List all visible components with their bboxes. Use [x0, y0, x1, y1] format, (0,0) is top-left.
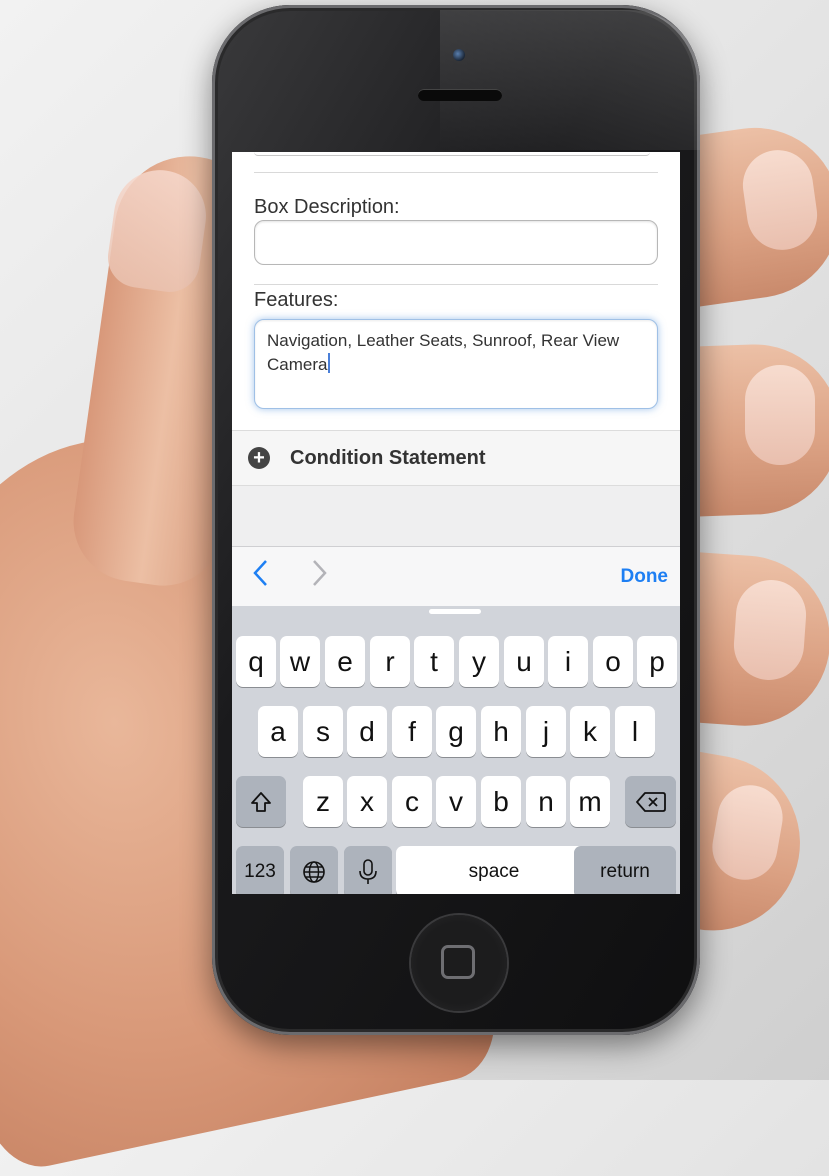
key-z[interactable]: z	[303, 776, 343, 827]
shift-key[interactable]	[236, 776, 286, 827]
globe-key[interactable]	[290, 846, 338, 894]
key-p[interactable]: p	[637, 636, 677, 687]
key-v[interactable]: v	[436, 776, 476, 827]
dictation-key[interactable]	[344, 846, 392, 894]
condition-statement-row[interactable]: + Condition Statement	[232, 430, 680, 486]
divider	[254, 172, 658, 173]
text-caret	[328, 353, 331, 373]
features-text: Navigation, Leather Seats, Sunroof, Rear…	[267, 331, 620, 374]
page-background	[232, 486, 680, 546]
done-button[interactable]: Done	[621, 566, 669, 588]
key-m[interactable]: m	[570, 776, 610, 827]
key-e[interactable]: e	[325, 636, 365, 687]
key-q[interactable]: q	[236, 636, 276, 687]
keyboard-accessory-bar: Done	[232, 546, 680, 606]
key-h[interactable]: h	[481, 706, 521, 757]
key-a[interactable]: a	[258, 706, 298, 757]
features-label: Features:	[254, 289, 339, 311]
return-key[interactable]: return	[574, 846, 676, 894]
microphone-icon	[359, 858, 377, 884]
key-f[interactable]: f	[392, 706, 432, 757]
key-j[interactable]: j	[526, 706, 566, 757]
keyboard: q w e r t y u i o p a s d f g h j k l z …	[232, 606, 680, 894]
key-t[interactable]: t	[414, 636, 454, 687]
numbers-key[interactable]: 123	[236, 846, 284, 894]
key-u[interactable]: u	[504, 636, 544, 687]
plus-circle-icon: +	[248, 447, 270, 469]
key-r[interactable]: r	[370, 636, 410, 687]
box-description-label: Box Description:	[254, 196, 400, 218]
fingernail	[745, 365, 815, 465]
key-w[interactable]: w	[280, 636, 320, 687]
globe-icon	[303, 860, 325, 883]
key-d[interactable]: d	[347, 706, 387, 757]
key-l[interactable]: l	[615, 706, 655, 757]
phone-screen: Box Description: Features: Navigation, L…	[232, 152, 680, 894]
key-b[interactable]: b	[481, 776, 521, 827]
key-o[interactable]: o	[593, 636, 633, 687]
key-i[interactable]: i	[548, 636, 588, 687]
key-y[interactable]: y	[459, 636, 499, 687]
keyboard-grabber	[429, 609, 481, 614]
divider	[254, 284, 658, 285]
key-x[interactable]: x	[347, 776, 387, 827]
backspace-key[interactable]	[625, 776, 676, 827]
home-button-icon	[441, 945, 475, 979]
earpiece	[418, 89, 502, 101]
features-textarea[interactable]: Navigation, Leather Seats, Sunroof, Rear…	[254, 319, 658, 409]
chevron-right-icon[interactable]	[312, 559, 328, 593]
condition-statement-label: Condition Statement	[290, 446, 486, 469]
space-key[interactable]: space	[396, 846, 592, 894]
key-s[interactable]: s	[303, 706, 343, 757]
previous-field-edge	[254, 152, 650, 156]
key-c[interactable]: c	[392, 776, 432, 827]
key-k[interactable]: k	[570, 706, 610, 757]
key-g[interactable]: g	[436, 706, 476, 757]
front-camera-icon	[453, 49, 465, 61]
backspace-icon	[635, 791, 666, 812]
chevron-left-icon[interactable]	[252, 559, 268, 593]
box-description-input[interactable]	[254, 220, 658, 265]
shift-icon	[251, 791, 271, 812]
phone-glare	[440, 10, 700, 150]
key-n[interactable]: n	[526, 776, 566, 827]
